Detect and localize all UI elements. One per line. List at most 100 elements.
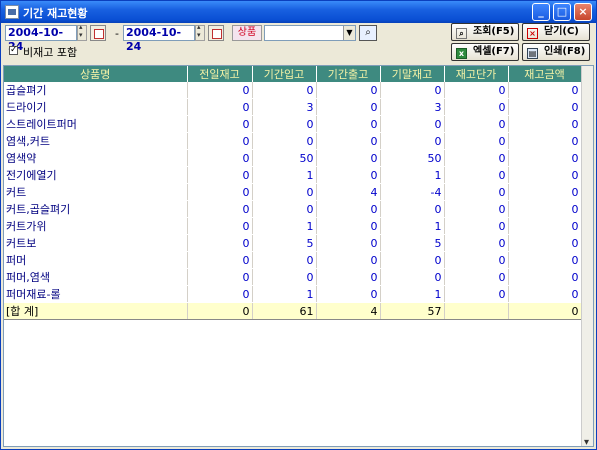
- table-row[interactable]: 커트보 0 5 0 5 0 0: [4, 234, 582, 252]
- product-name-cell: 커트보: [4, 234, 188, 252]
- date-separator: -: [115, 27, 119, 40]
- value-cell: 3: [252, 98, 317, 116]
- value-cell: 50: [252, 149, 317, 167]
- value-cell: 0: [444, 82, 509, 99]
- product-name-cell: 곱슬펴기: [4, 82, 188, 99]
- value-cell: 1: [252, 285, 317, 303]
- value-cell: 61: [252, 302, 317, 320]
- toolbar: 2004-10-24 - 2004-10-24 상품 ▼ ⌕ ✓ 비재고 포함 …: [1, 23, 596, 63]
- excel-button[interactable]: x 엑셀(F7): [451, 43, 519, 61]
- table-row[interactable]: 염색약 0 50 0 50 0 0: [4, 149, 582, 167]
- value-cell: 0: [316, 217, 381, 235]
- product-name-cell: [합 계]: [4, 302, 188, 320]
- value-cell: 0: [252, 82, 317, 99]
- value-cell: 0: [508, 234, 582, 252]
- value-cell: 0: [444, 132, 509, 150]
- minimize-icon[interactable]: _: [532, 3, 550, 21]
- table-row[interactable]: 전기에열기 0 1 0 1 0 0: [4, 166, 582, 184]
- product-button[interactable]: 상품: [232, 25, 262, 41]
- close-icon: ×: [527, 28, 538, 39]
- stock-grid[interactable]: 상품명 전일재고 기간입고 기간출고 기말재고 재고단가 재고금액 곱슬펴기 0 0…: [3, 65, 594, 448]
- include-non-stock-checkbox[interactable]: ✓: [9, 46, 18, 55]
- value-cell: 0: [187, 285, 253, 303]
- close-icon[interactable]: ×: [574, 3, 592, 21]
- col-header-period-in[interactable]: 기간입고: [252, 66, 317, 82]
- value-cell: 0: [187, 234, 253, 252]
- chevron-down-icon[interactable]: ▼: [343, 26, 355, 40]
- product-name-cell: 염색약: [4, 149, 188, 167]
- value-cell: 4: [316, 302, 381, 320]
- value-cell: 0: [316, 234, 381, 252]
- date-from-calendar-icon[interactable]: [90, 25, 106, 41]
- product-name-cell: 전기에열기: [4, 166, 188, 184]
- table-row[interactable]: 퍼머,염색 0 0 0 0 0 0: [4, 268, 582, 286]
- print-button[interactable]: ▤ 인쇄(F8): [522, 43, 590, 61]
- value-cell: -4: [380, 183, 445, 201]
- value-cell: 0: [380, 82, 445, 99]
- table-row[interactable]: 스트레이트퍼머 0 0 0 0 0 0: [4, 115, 582, 133]
- value-cell: 0: [316, 251, 381, 269]
- vertical-scrollbar[interactable]: [581, 66, 593, 448]
- value-cell: 0: [316, 200, 381, 218]
- table-row[interactable]: 염색,커트 0 0 0 0 0 0: [4, 132, 582, 150]
- col-header-product[interactable]: 상품명: [4, 66, 188, 82]
- value-cell: 0: [444, 200, 509, 218]
- value-cell: 0: [316, 98, 381, 116]
- table-row[interactable]: 커트가위 0 1 0 1 0 0: [4, 217, 582, 235]
- table-row[interactable]: 커트 0 0 4 -4 0 0: [4, 183, 582, 201]
- value-cell: 0: [508, 268, 582, 286]
- date-to-field[interactable]: 2004-10-24: [123, 25, 195, 53]
- value-cell: 0: [444, 234, 509, 252]
- maximize-icon[interactable]: □: [553, 3, 571, 21]
- value-cell: 0: [252, 268, 317, 286]
- product-name-cell: 커트가위: [4, 217, 188, 235]
- value-cell: 0: [508, 98, 582, 116]
- date-from-spinner[interactable]: [77, 23, 87, 41]
- close-button[interactable]: × 닫기(C): [522, 23, 590, 41]
- col-header-unit-price[interactable]: 재고단가: [444, 66, 509, 82]
- col-header-prev-stock[interactable]: 전일재고: [187, 66, 253, 82]
- product-name-cell: 커트: [4, 183, 188, 201]
- date-to-calendar-icon[interactable]: [208, 25, 224, 41]
- search-icon: ⌕: [365, 27, 371, 38]
- product-name-cell: 드라이기: [4, 98, 188, 116]
- value-cell: 0: [444, 268, 509, 286]
- table-body: 곱슬펴기 0 0 0 0 0 0 드라이기 0 3 0 3 0 0 스트레이트퍼머 0 0 0 0 0 0 염색,커트 0 0…: [4, 82, 582, 320]
- total-row[interactable]: [합 계] 0 61 4 57 0: [4, 302, 582, 320]
- value-cell: 0: [508, 302, 582, 320]
- table-row[interactable]: 퍼머 0 0 0 0 0 0: [4, 251, 582, 269]
- value-cell: [444, 302, 509, 320]
- query-button[interactable]: ⌕ 조회(F5): [451, 23, 519, 41]
- date-from-field[interactable]: 2004-10-24: [5, 25, 77, 53]
- value-cell: 0: [444, 251, 509, 269]
- value-cell: 3: [380, 98, 445, 116]
- col-header-amount[interactable]: 재고금액: [508, 66, 582, 82]
- value-cell: 0: [316, 166, 381, 184]
- col-header-period-out[interactable]: 기간출고: [316, 66, 381, 82]
- date-to-spinner[interactable]: [195, 23, 205, 41]
- close-button-label: 닫기(C): [544, 26, 579, 37]
- table-row[interactable]: 곱슬펴기 0 0 0 0 0 0: [4, 82, 582, 99]
- stock-table: 상품명 전일재고 기간입고 기간출고 기말재고 재고단가 재고금액 곱슬펴기 0 0…: [4, 66, 582, 320]
- table-row[interactable]: 커트,곱슬펴기 0 0 0 0 0 0: [4, 200, 582, 218]
- excel-button-label: 엑셀(F7): [473, 46, 515, 57]
- table-row[interactable]: 퍼머재료-롤 0 1 0 1 0 0: [4, 285, 582, 303]
- product-name-cell: 퍼머: [4, 251, 188, 269]
- product-search-button[interactable]: ⌕: [359, 25, 377, 41]
- value-cell: 1: [380, 217, 445, 235]
- value-cell: 0: [316, 268, 381, 286]
- value-cell: 0: [252, 183, 317, 201]
- header-row: 상품명 전일재고 기간입고 기간출고 기말재고 재고단가 재고금액: [4, 66, 582, 82]
- value-cell: 0: [444, 115, 509, 133]
- col-header-end-stock[interactable]: 기말재고: [380, 66, 445, 82]
- value-cell: 0: [252, 251, 317, 269]
- value-cell: 57: [380, 302, 445, 320]
- value-cell: 0: [187, 149, 253, 167]
- value-cell: 0: [187, 183, 253, 201]
- title-bar[interactable]: 기간 재고현황 _ □ ×: [1, 1, 596, 23]
- product-combo[interactable]: ▼: [264, 25, 356, 41]
- table-row[interactable]: 드라이기 0 3 0 3 0 0: [4, 98, 582, 116]
- value-cell: 0: [187, 115, 253, 133]
- value-cell: 0: [316, 115, 381, 133]
- value-cell: 5: [252, 234, 317, 252]
